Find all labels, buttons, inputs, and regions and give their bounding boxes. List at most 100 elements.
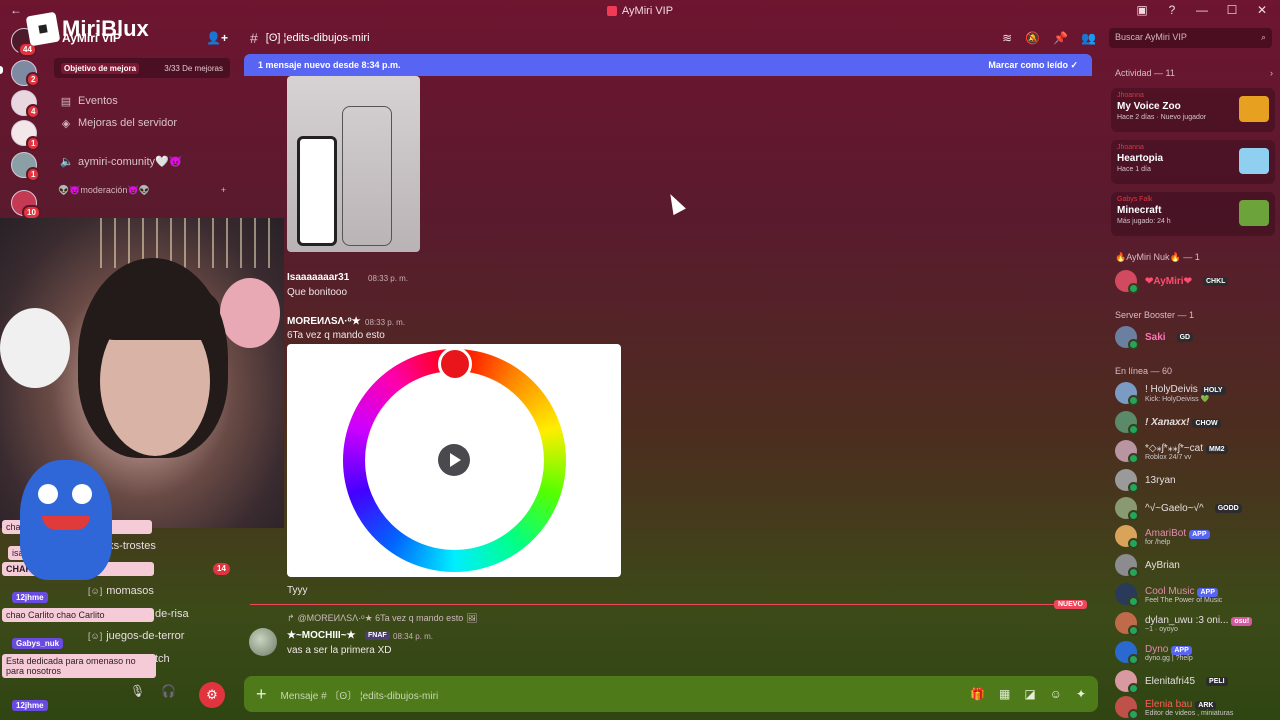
member-item[interactable]: AyBrian — [1115, 554, 1180, 578]
stream-chat-message: chao Carlito chao Carlito — [2, 608, 154, 622]
message-text: Tyyy — [287, 585, 308, 596]
message-composer[interactable]: + Mensaje # 〔ʘ〕 ¦edits-dibujos-miri 🎁 ▦ … — [244, 676, 1098, 712]
add-attachment-button[interactable]: + — [256, 684, 267, 705]
threads-icon[interactable]: ≋ — [1002, 31, 1012, 45]
member-item[interactable]: Dyno APP dyno.gg | ?help — [1115, 641, 1193, 665]
member-item[interactable]: ! Xanaxx! CHOW — [1115, 411, 1221, 435]
sidebar-item-events[interactable]: ▤ Eventos — [46, 90, 238, 112]
member-item[interactable]: *◇⁎ʃ*⁎⁎ʃ*~cat MM2 Roblox 24/7 vv — [1115, 440, 1228, 464]
sidebar-item-de-risa[interactable]: de-risa — [155, 608, 189, 620]
sidebar-item-voice-channel[interactable]: 🔈 aymiri-comunity🤍😈 — [46, 150, 238, 172]
back-arrow-icon[interactable]: ← — [10, 3, 22, 17]
message-author[interactable]: MOREИΛSΛ·ᵒ★ — [287, 316, 361, 327]
avatar — [1115, 497, 1139, 521]
message-input[interactable]: Mensaje # 〔ʘ〕 ¦edits-dibujos-miri — [281, 687, 439, 702]
avatar[interactable] — [249, 628, 277, 656]
message-text: Que bonitooo — [287, 287, 348, 298]
composer-toolbar: 🎁 ▦ ◪ ☺ ✦ — [970, 687, 1086, 701]
message-image-drawing[interactable] — [287, 76, 420, 252]
user-controls: 🎙 🎧 — [130, 684, 176, 698]
role-header: Server Booster — 1 — [1115, 310, 1195, 320]
message-text: 6Ta vez q mando esto — [287, 330, 385, 341]
member-item[interactable]: ^√~Gaelo~√^ GODD — [1115, 497, 1242, 521]
member-item[interactable]: AmariBot APP for /help — [1115, 525, 1210, 549]
avatar — [1115, 670, 1139, 694]
add-member-icon[interactable]: 👤+ — [206, 31, 228, 45]
member-item[interactable]: ❤AyMiri❤ CHKL — [1115, 270, 1229, 294]
plush-toy — [220, 278, 280, 348]
members-icon[interactable]: 👥 — [1081, 31, 1096, 45]
avatar — [1115, 382, 1139, 406]
chevron-right-icon[interactable]: › — [1270, 68, 1273, 78]
sticker-icon[interactable]: ◪ — [1024, 687, 1035, 701]
member-item[interactable]: 13ryan — [1115, 469, 1176, 493]
add-channel-icon[interactable]: + — [221, 185, 226, 195]
app-icon — [606, 6, 617, 16]
plush-toy — [0, 308, 70, 388]
category-moderation[interactable]: 👽😈moderación😈👽 + — [46, 180, 238, 200]
fairy-lights — [100, 218, 280, 268]
sidebar-item-juegos-de-terror[interactable]: [☺] juegos-de-terror — [88, 630, 184, 642]
settings-gear-icon[interactable]: ⚙ — [199, 682, 225, 708]
new-messages-divider — [250, 604, 1082, 605]
mascot-mouth — [42, 516, 90, 530]
avatar — [1115, 696, 1139, 720]
boost-goal-label: Objetivo de mejora — [61, 62, 140, 74]
member-item[interactable]: Cool Music APP Feel The Power of Music — [1115, 583, 1222, 607]
activity-card[interactable]: Jhoanna My Voice Zoo Hace 2 días · Nuevo… — [1111, 88, 1275, 132]
mascot-sticker — [20, 460, 112, 580]
message-timestamp: 08:33 p. m. — [368, 274, 409, 283]
reply-reference[interactable]: ↱ @MOREИΛSΛ·ᵒ★ 6Ta vez q mando esto 🖼 — [287, 613, 478, 624]
avatar — [1115, 469, 1139, 493]
stream-chat-message: Esta dedicada para omenaso no para nosot… — [2, 654, 156, 678]
activity-card[interactable]: Gabys Falk Minecraft Más jugado: 24 h — [1111, 192, 1275, 236]
message-video-attachment[interactable] — [287, 344, 621, 577]
activity-card[interactable]: Jhoanna Heartopia Hace 1 día — [1111, 140, 1275, 184]
avatar — [1115, 440, 1139, 464]
sidebar-item-tch[interactable]: tch — [155, 653, 170, 665]
emoji-icon[interactable]: ☺ — [1050, 687, 1062, 701]
help-icon[interactable]: ? — [1164, 3, 1180, 17]
play-icon[interactable] — [438, 444, 470, 476]
minimize-button[interactable]: — — [1194, 3, 1210, 17]
inbox-icon[interactable]: ▣ — [1134, 3, 1150, 17]
apps-icon[interactable]: ✦ — [1076, 687, 1086, 701]
maximize-button[interactable]: ☐ — [1224, 3, 1240, 17]
avatar — [1115, 270, 1139, 294]
unread-pip — [0, 66, 3, 74]
avatar — [1115, 411, 1139, 435]
unread-badge: 1 — [26, 136, 41, 151]
message-author[interactable]: ★~MOCHIII~★ — [287, 630, 356, 641]
member-item[interactable]: Saki GD — [1115, 326, 1194, 350]
mute-bell-icon[interactable]: 🔕 — [1025, 31, 1040, 45]
gift-icon[interactable]: 🎁 — [970, 687, 985, 701]
boost-goal[interactable]: Objetivo de mejora 3/33 De mejoras — [54, 58, 230, 78]
pin-icon[interactable]: 📌 — [1053, 31, 1068, 45]
sidebar-item-server-boosts[interactable]: ◈ Mejoras del servidor — [46, 112, 238, 134]
message-author[interactable]: Isaaaaaaar31 — [287, 272, 349, 283]
microphone-icon[interactable]: 🎙 — [130, 684, 145, 698]
role-header: 🔥AyMiri Nuk🔥 — 1 — [1115, 252, 1200, 262]
member-list: Actividad — 11 › Jhoanna My Voice Zoo Ha… — [1103, 60, 1280, 720]
streamer-bangs — [95, 280, 220, 340]
new-messages-banner[interactable]: 1 mensaje nuevo desde 8:34 p.m. Marcar c… — [244, 54, 1092, 76]
avatar — [1115, 554, 1139, 578]
search-input[interactable]: Buscar AyMiri VIP ⌕ — [1109, 28, 1272, 48]
mouse-cursor — [664, 190, 686, 216]
drawing-figure — [342, 106, 392, 246]
unread-badge: 14 — [213, 563, 230, 575]
game-art — [1239, 200, 1269, 226]
channel-name: [ʘ] ¦edits-dibujos-miri — [265, 32, 370, 44]
gif-icon[interactable]: ▦ — [999, 687, 1010, 701]
member-item[interactable]: dylan_uwu :3 oni... osu! ~1 · oyoyo — [1115, 612, 1253, 636]
message-timestamp: 08:33 p. m. — [365, 318, 406, 327]
member-item[interactable]: Elenia bau ARK Editor de videos , miniatur… — [1115, 696, 1233, 720]
window-controls: ▣ ? — ☐ ✕ — [1134, 3, 1270, 17]
member-item[interactable]: ! HolyDeivis HOLY Kick: HolyDeiviss 💚 — [1115, 382, 1226, 406]
member-item[interactable]: Elenitafri45 PELI — [1115, 670, 1228, 694]
sidebar-item-momasos[interactable]: [☺] momasos — [88, 585, 154, 597]
headphones-icon[interactable]: 🎧 — [161, 684, 176, 698]
mascot-eye — [38, 484, 58, 504]
mark-read-button[interactable]: Marcar como leído ✓ — [988, 60, 1078, 71]
close-button[interactable]: ✕ — [1254, 3, 1270, 17]
